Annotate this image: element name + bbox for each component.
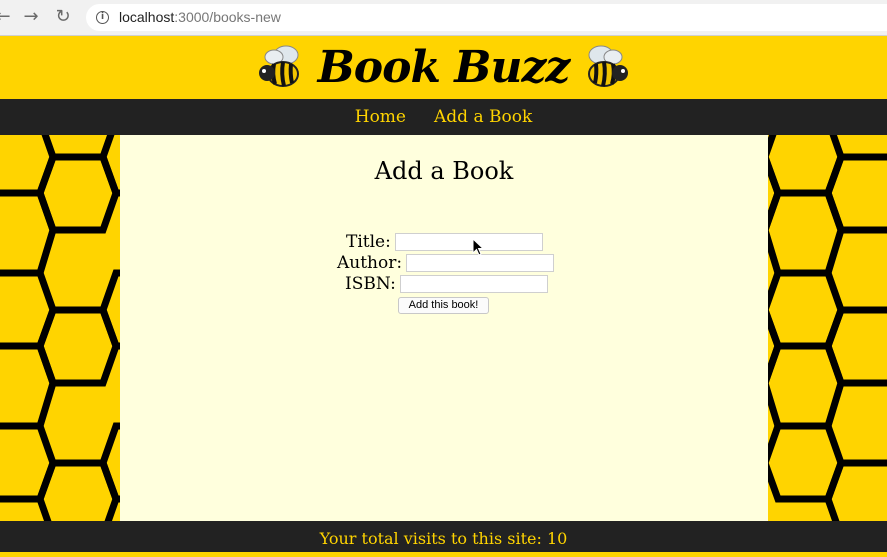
bee-icon [588,45,629,87]
main-nav: Home Add a Book [0,99,887,135]
address-bar[interactable]: i localhost:3000/books-new [86,4,887,31]
main-content: Add a Book Title: Author: ISBN: Add this… [120,135,768,521]
reload-icon[interactable]: ↻ [52,6,74,28]
page-title: Add a Book [374,157,514,185]
mouse-cursor-icon [472,238,484,256]
url-path: :3000/books-new [174,9,281,25]
site-footer: Your total visits to this site: 10 [0,521,887,552]
visits-text: Your total visits to this site: [319,529,542,548]
isbn-label: ISBN: [345,273,396,294]
nav-home-link[interactable]: Home [355,107,406,127]
honeycomb-left-decoration [0,135,120,521]
author-row: Author: [337,252,555,273]
honeycomb-right-decoration [768,135,887,521]
isbn-row: ISBN: [345,273,548,294]
url-host: localhost [119,9,175,25]
back-arrow-icon[interactable]: ← [0,6,14,28]
forward-arrow-icon[interactable]: → [20,6,42,28]
bee-icon [258,45,299,87]
visits-count: 10 [546,529,568,548]
info-icon[interactable]: i [96,11,109,24]
author-label: Author: [337,252,403,273]
title-label: Title: [346,231,391,252]
title-row: Title: [346,231,543,252]
site-brand[interactable]: Book Buzz [318,42,571,93]
isbn-input[interactable] [399,274,548,293]
title-input[interactable] [394,232,543,251]
add-book-submit-button[interactable]: Add this book! [398,297,489,314]
browser-toolbar: ← → ↻ i localhost:3000/books-new [0,0,887,36]
site-header: Book Buzz [0,36,887,99]
nav-add-book-link[interactable]: Add a Book [434,107,532,127]
url-text: localhost:3000/books-new [119,4,281,31]
